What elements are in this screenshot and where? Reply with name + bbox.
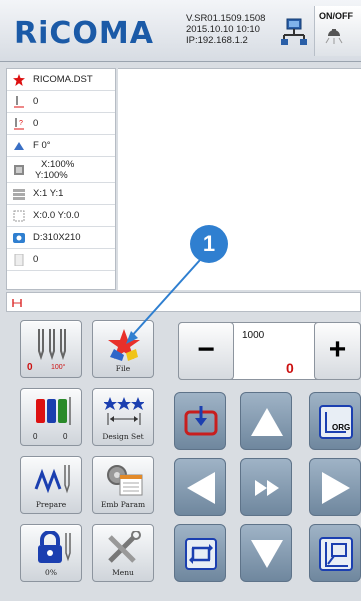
callout-arrow (126, 259, 201, 344)
callout-badge: 1 (190, 225, 228, 263)
app-screen: RiCOMA V.SR01.1509.1508 2015.10.10 10:10… (0, 0, 361, 601)
